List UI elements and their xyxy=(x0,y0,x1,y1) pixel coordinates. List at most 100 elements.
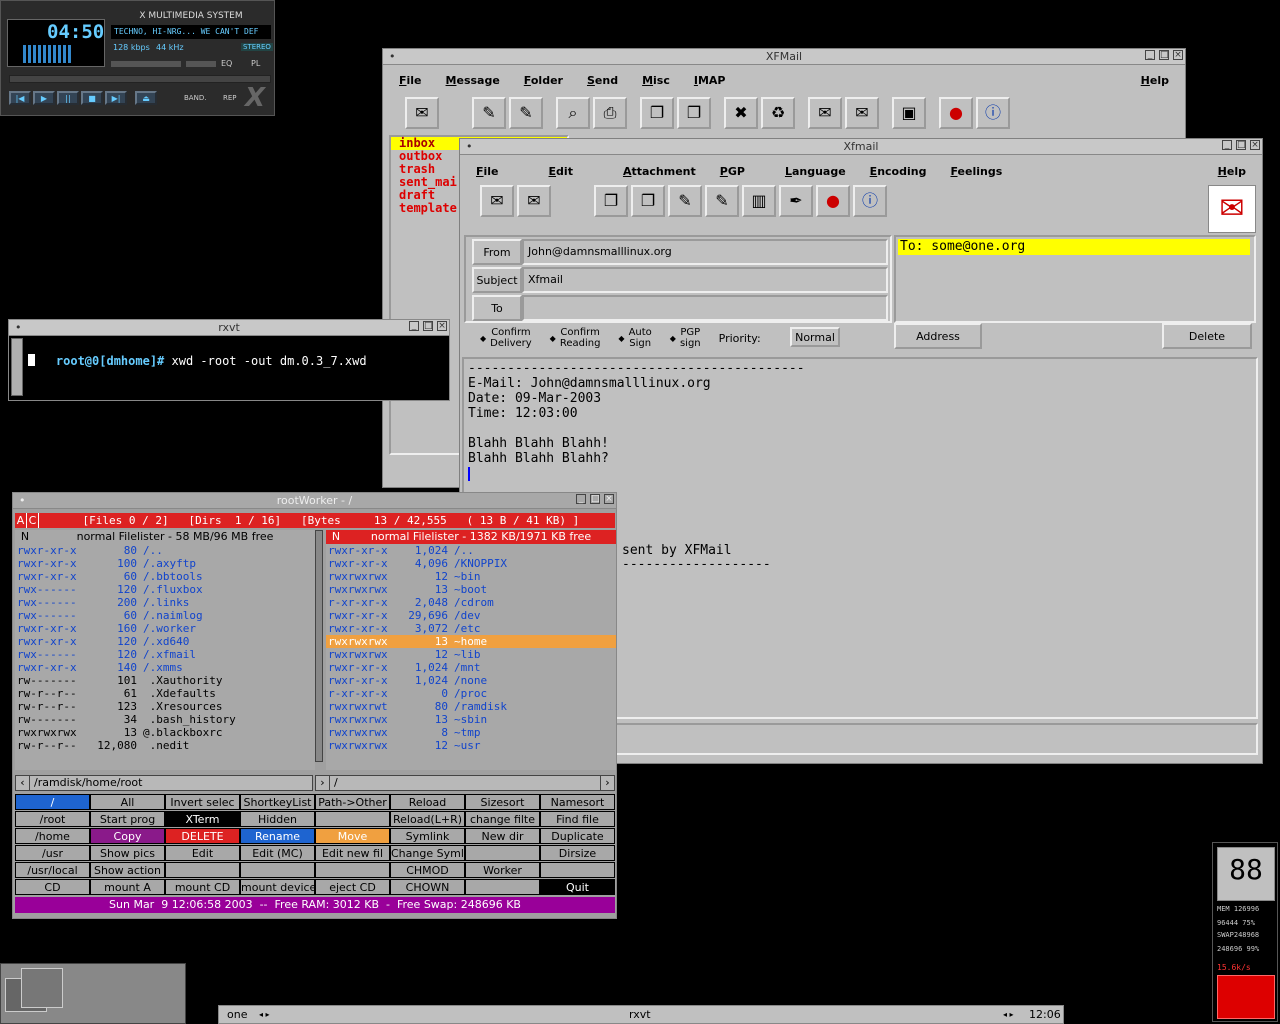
menu-misc[interactable]: Misc xyxy=(630,74,682,87)
worker-button[interactable]: Worker xyxy=(465,862,540,878)
worker-button[interactable]: Edit new fil xyxy=(315,845,390,861)
worker-button[interactable]: Sizesort xyxy=(465,794,540,810)
file-row[interactable]: rwxrwxrwx 13 ~boot xyxy=(326,583,616,596)
worker-button[interactable]: Copy xyxy=(90,828,165,844)
worker-button[interactable] xyxy=(240,862,315,878)
file-row[interactable]: rwxrwxrwx 13 ~home xyxy=(326,635,616,648)
worker-button[interactable]: Quit xyxy=(540,879,615,895)
file-row[interactable]: rwxrwxrwt 80/ramdisk xyxy=(326,700,616,713)
worker-button[interactable]: Show pics xyxy=(90,845,165,861)
to-button[interactable]: To xyxy=(472,295,522,321)
file-row[interactable]: rwxrwxrwx 12 ~lib xyxy=(326,648,616,661)
edit-body-button[interactable]: ✎ xyxy=(705,185,739,217)
worker-button[interactable]: CD xyxy=(15,879,90,895)
file-row[interactable]: rwxrwxrwx 8 ~tmp xyxy=(326,726,616,739)
stop-button[interactable]: ■ xyxy=(81,91,103,105)
eject-button[interactable]: ⏏ xyxy=(135,91,157,105)
worker-button[interactable]: change filte xyxy=(465,811,540,827)
worker-button[interactable]: Invert selec xyxy=(165,794,240,810)
new-message-button[interactable]: ✉ xyxy=(405,97,439,129)
file-row[interactable]: rwxr-xr-x 4,096/KNOPPIX xyxy=(326,557,616,570)
sign-button[interactable]: ✒ xyxy=(779,185,813,217)
file-row[interactable]: rw-r--r-- 123 .Xresources xyxy=(15,700,315,713)
reply-button[interactable]: ✎ xyxy=(509,97,543,129)
prev-button[interactable]: |◀ xyxy=(9,91,31,105)
volume-slider[interactable] xyxy=(111,61,181,67)
worker-button[interactable]: /usr xyxy=(15,845,90,861)
worker-button[interactable]: CHOWN xyxy=(390,879,465,895)
file-row[interactable]: rwx------ 60 /.naimlog xyxy=(15,609,315,622)
print-button[interactable]: ⎙ xyxy=(593,97,627,129)
info-button[interactable]: ⓘ xyxy=(853,185,887,217)
repeat-button[interactable]: REP xyxy=(223,94,237,102)
worker-button[interactable]: New dir xyxy=(465,828,540,844)
right-n-button[interactable]: N xyxy=(326,530,346,544)
menu-folder[interactable]: Folder xyxy=(512,74,575,87)
address-book-button[interactable]: ▥ xyxy=(742,185,776,217)
worker-button[interactable]: Path->Other xyxy=(315,794,390,810)
maximize-icon[interactable]: □ xyxy=(423,321,433,331)
file-row[interactable]: rwxr-xr-x 140 /.xmms xyxy=(15,661,315,674)
right-path-field[interactable]: › / › xyxy=(315,775,615,791)
menu-message[interactable]: Message xyxy=(434,74,512,87)
file-row[interactable]: rwxr-xr-x 1,024 /.. xyxy=(326,544,616,557)
cancel-button[interactable]: ● xyxy=(816,185,850,217)
file-row[interactable]: rw-r--r-- 12,080 .nedit xyxy=(15,739,315,752)
minimize-icon[interactable]: _ xyxy=(1222,140,1232,150)
minimize-icon[interactable]: _ xyxy=(1145,50,1155,60)
worker-button[interactable]: Edit (MC) xyxy=(240,845,315,861)
worker-button[interactable]: mount device xyxy=(240,879,315,895)
menu-help[interactable]: Help xyxy=(1129,74,1181,87)
move-button[interactable]: ❐ xyxy=(640,97,674,129)
c-button[interactable]: C xyxy=(27,513,39,528)
menu-file[interactable]: File xyxy=(387,74,434,87)
from-button[interactable]: From xyxy=(472,239,522,265)
confirm-reading-option[interactable]: ◆ Confirm Reading xyxy=(550,327,601,349)
worker-button[interactable] xyxy=(540,862,615,878)
file-row[interactable]: rw------- 34 .bash_history xyxy=(15,713,315,726)
send-mail-button[interactable]: ✉ xyxy=(845,97,879,129)
worker-button[interactable] xyxy=(465,845,540,861)
chevron-left-icon[interactable]: ‹ xyxy=(16,776,30,790)
worker-button[interactable]: /root xyxy=(15,811,90,827)
file-row[interactable]: rwx------ 200 /.links xyxy=(15,596,315,609)
to-field[interactable] xyxy=(522,295,888,321)
worker-button[interactable] xyxy=(465,879,540,895)
menu-send[interactable]: Send xyxy=(575,74,630,87)
address-button[interactable]: Address xyxy=(894,323,982,349)
eq-button[interactable]: EQ xyxy=(221,59,232,68)
worker-button[interactable]: Move xyxy=(315,828,390,844)
worker-button[interactable]: DELETE xyxy=(165,828,240,844)
workspace-arrows[interactable]: ◂ ▸ xyxy=(259,1006,270,1023)
close-icon[interactable]: × xyxy=(1250,140,1260,150)
seek-bar[interactable] xyxy=(9,75,271,83)
worker-button[interactable]: Edit xyxy=(165,845,240,861)
close-icon[interactable]: × xyxy=(437,321,447,331)
worker-button[interactable]: Reload xyxy=(390,794,465,810)
worker-button[interactable]: /home xyxy=(15,828,90,844)
worker-button[interactable]: Duplicate xyxy=(540,828,615,844)
chevron-right-icon[interactable]: › xyxy=(600,776,614,790)
worker-button[interactable] xyxy=(315,862,390,878)
file-row[interactable]: rwxrwxrwx 13 ~sbin xyxy=(326,713,616,726)
worker-button[interactable]: Symlink xyxy=(390,828,465,844)
file-row[interactable]: rwxr-xr-x 60 /.bbtools xyxy=(15,570,315,583)
worker-button[interactable] xyxy=(165,862,240,878)
worker-button[interactable]: All xyxy=(90,794,165,810)
balance-slider[interactable] xyxy=(186,61,216,67)
attach-button[interactable]: ❐ xyxy=(594,185,628,217)
worker-button[interactable]: Namesort xyxy=(540,794,615,810)
file-row[interactable]: rwxr-xr-x 80 /.. xyxy=(15,544,315,557)
menu-file[interactable]: File xyxy=(464,165,511,178)
menu-encoding[interactable]: Encoding xyxy=(858,165,939,178)
worker-button[interactable]: mount CD xyxy=(165,879,240,895)
file-row[interactable]: rwxr-xr-x 100 /.axyftp xyxy=(15,557,315,570)
menu-imap[interactable]: IMAP xyxy=(682,74,738,87)
file-row[interactable]: rwx------ 120 /.fluxbox xyxy=(15,583,315,596)
worker-button[interactable]: ShortkeyList xyxy=(240,794,315,810)
file-row[interactable]: rwxr-xr-x 3,072/etc xyxy=(326,622,616,635)
file-row[interactable]: rwxrwxrwx 13 @.blackboxrc xyxy=(15,726,315,739)
recycle-button[interactable]: ♻ xyxy=(761,97,795,129)
file-row[interactable]: rwxr-xr-x 1,024/none xyxy=(326,674,616,687)
band-button[interactable]: BAND. xyxy=(184,94,206,102)
